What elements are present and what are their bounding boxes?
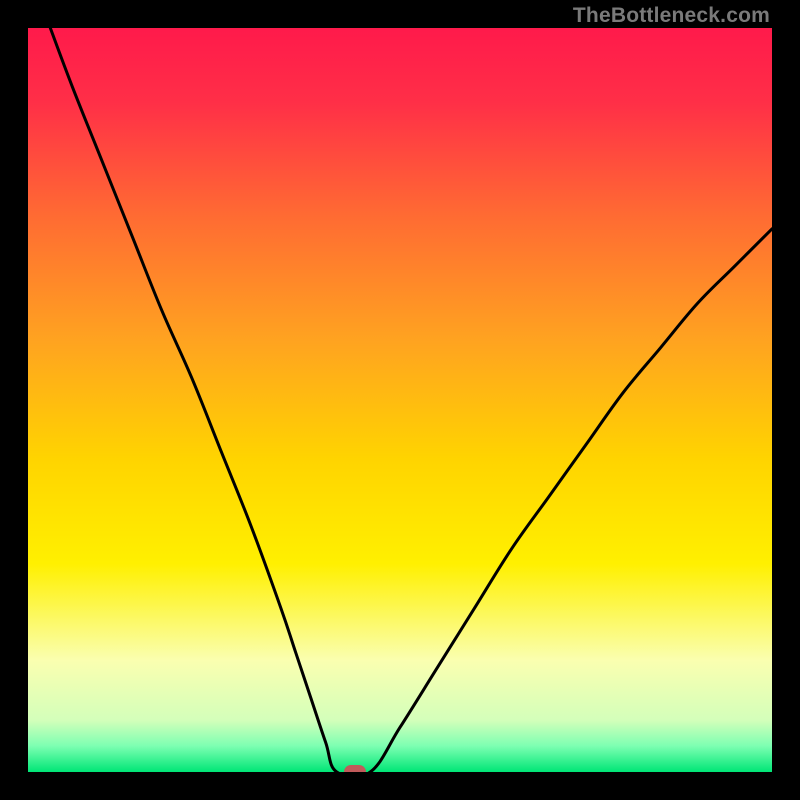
chart-frame: TheBottleneck.com bbox=[0, 0, 800, 800]
watermark-text: TheBottleneck.com bbox=[573, 4, 770, 28]
plot-area bbox=[28, 28, 772, 772]
bottleneck-curve bbox=[50, 28, 772, 772]
curve-layer bbox=[28, 28, 772, 772]
optimum-marker bbox=[344, 765, 366, 772]
